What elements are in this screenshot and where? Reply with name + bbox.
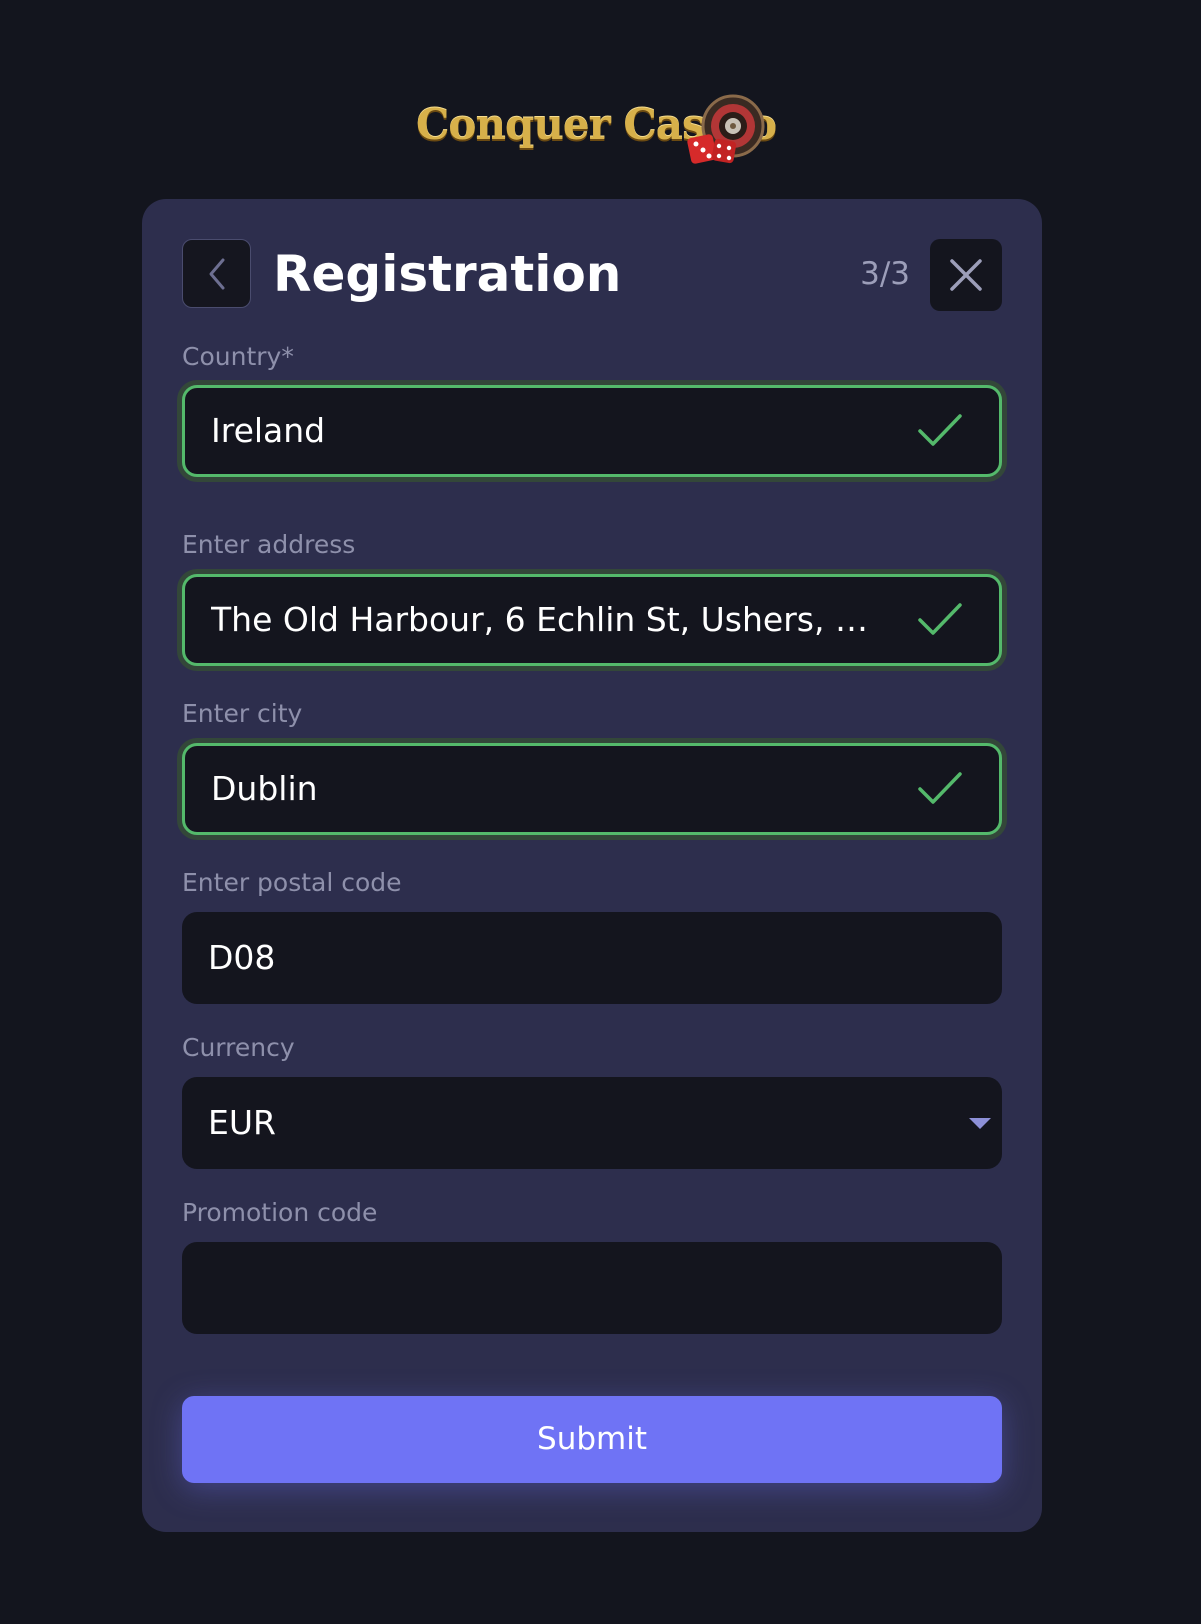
promotion-code-label: Promotion code [182, 1198, 378, 1227]
back-chevron-icon [209, 258, 224, 289]
postal-code-field[interactable]: D08 [182, 912, 1002, 1004]
submit-button[interactable]: Submit [182, 1396, 1002, 1483]
country-label: Country* [182, 342, 294, 371]
promotion-code-field[interactable] [182, 1242, 1002, 1334]
step-indicator: 3/3 [860, 256, 910, 292]
currency-value: EUR [208, 1103, 276, 1142]
address-field[interactable]: The Old Harbour, 6 Echlin St, Ushers, Du… [182, 574, 1002, 666]
logo: Conquer Casino [416, 94, 777, 182]
country-field[interactable]: Ireland [182, 385, 1002, 477]
address-label: Enter address [182, 530, 356, 559]
checkmark-icon [918, 414, 962, 446]
city-field[interactable]: Dublin [182, 743, 1002, 835]
checkmark-icon [918, 603, 962, 635]
roulette-dice-icon [687, 94, 765, 164]
page-title: Registration [273, 245, 622, 303]
header: Registration 3/3 [182, 239, 1002, 311]
address-value: The Old Harbour, 6 Echlin St, Ushers, Du… [211, 600, 879, 639]
registration-card: Registration 3/3 Country* Ireland Enter … [142, 199, 1042, 1532]
city-label: Enter city [182, 699, 303, 728]
back-button[interactable] [182, 239, 251, 308]
postal-code-value: D08 [208, 938, 276, 977]
close-icon [950, 259, 982, 291]
close-button[interactable] [930, 239, 1002, 311]
country-value: Ireland [211, 411, 326, 450]
currency-label: Currency [182, 1033, 295, 1062]
postal-code-label: Enter postal code [182, 868, 402, 897]
caret-down-icon [969, 1118, 991, 1129]
city-value: Dublin [211, 769, 318, 808]
currency-select[interactable]: EUR [182, 1077, 1002, 1169]
checkmark-icon [918, 772, 962, 804]
